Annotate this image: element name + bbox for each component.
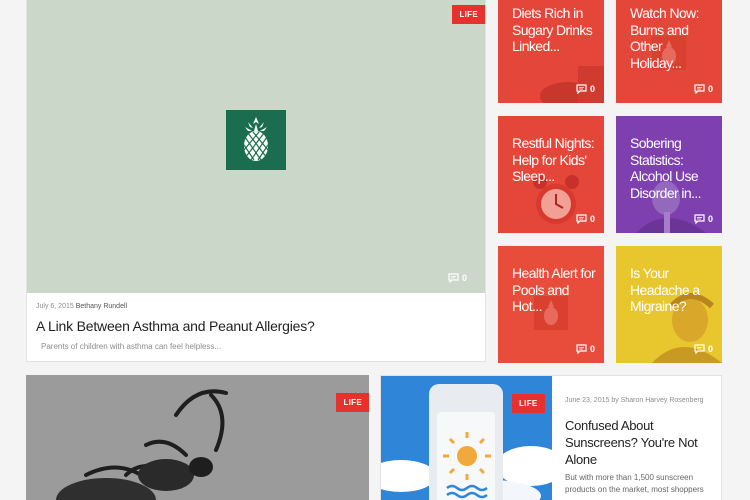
comment-count[interactable]: 0 <box>694 84 713 94</box>
article-grid: LIFE 0 July 6, 2015 Bethany Rundell A Li… <box>0 0 750 500</box>
spider-image <box>26 375 369 500</box>
sunscreen-article-card[interactable]: LIFE June 23, 2015 by Sharon Harvey Rose… <box>380 375 722 500</box>
article-headline[interactable]: A Link Between Asthma and Peanut Allergi… <box>36 318 315 334</box>
tile-title: Restful Nights: Help for Kids' Sleep... <box>512 135 595 184</box>
tile-restful-nights[interactable]: Restful Nights: Help for Kids' Sleep... … <box>498 116 604 233</box>
article-meta: June 23, 2015 by Sharon Harvey Rosenberg <box>565 397 704 404</box>
tile-sobering-statistics[interactable]: Sobering Statistics: Alcohol Use Disorde… <box>616 116 722 233</box>
pineapple-logo <box>226 110 286 170</box>
comment-count-value: 0 <box>707 344 713 354</box>
article-author[interactable]: Bethany Rundell <box>76 303 127 310</box>
article-date: July 6, 2015 <box>36 303 74 310</box>
comment-count[interactable]: 0 <box>448 273 467 283</box>
sunscreen-image[interactable]: LIFE <box>381 376 552 500</box>
article-summary: But with more than 1,500 sunscreen produ… <box>565 473 704 494</box>
speech-bubble-icon <box>694 84 705 94</box>
comment-count-value: 0 <box>589 344 595 354</box>
tile-title: Sobering Statistics: Alcohol Use Disorde… <box>630 135 702 201</box>
speech-bubble-icon <box>694 344 705 354</box>
comment-count[interactable]: 0 <box>576 344 595 354</box>
article-headline[interactable]: Confused About Sunscreens? You're Not Al… <box>565 417 715 468</box>
comment-count-value: 0 <box>707 84 713 94</box>
comment-count[interactable]: 0 <box>694 344 713 354</box>
tile-title: Diets Rich in Sugary Drinks Linked... <box>512 5 593 54</box>
speech-bubble-icon <box>576 84 587 94</box>
comment-count[interactable]: 0 <box>576 214 595 224</box>
category-tag[interactable]: LIFE <box>452 5 485 24</box>
tile-sugary-drinks[interactable]: Diets Rich in Sugary Drinks Linked... 0 <box>498 0 604 103</box>
article-date: June 23, 2015 <box>565 397 610 404</box>
comment-count-value: 0 <box>589 84 595 94</box>
tile-title: Health Alert for Pools and Hot... <box>512 265 596 314</box>
comment-count[interactable]: 0 <box>576 84 595 94</box>
speech-bubble-icon <box>576 344 587 354</box>
article-author[interactable]: Sharon Harvey Rosenberg <box>621 397 704 404</box>
featured-article-card[interactable]: LIFE 0 July 6, 2015 Bethany Rundell A Li… <box>26 0 486 362</box>
speech-bubble-icon <box>576 214 587 224</box>
tile-title: Watch Now: Burns and Other Holiday... <box>630 5 700 71</box>
tile-health-alert-pools[interactable]: Health Alert for Pools and Hot... 0 <box>498 246 604 363</box>
category-tag[interactable]: LIFE <box>336 393 369 412</box>
article-by: by <box>611 397 619 404</box>
featured-image[interactable]: LIFE 0 <box>27 0 485 293</box>
category-tag[interactable]: LIFE <box>512 394 545 413</box>
comment-count-value: 0 <box>707 214 713 224</box>
comment-count[interactable]: 0 <box>694 214 713 224</box>
tile-title: Is Your Headache a Migraine? <box>630 265 700 314</box>
spider-article-card[interactable]: LIFE <box>26 375 369 500</box>
article-meta: July 6, 2015 Bethany Rundell <box>36 303 127 310</box>
article-summary: Parents of children with asthma can feel… <box>41 342 222 351</box>
speech-bubble-icon <box>694 214 705 224</box>
comment-count-value: 0 <box>461 273 467 283</box>
speech-bubble-icon <box>448 273 459 283</box>
tile-burns-holiday[interactable]: Watch Now: Burns and Other Holiday... 0 <box>616 0 722 103</box>
tile-headache-migraine[interactable]: Is Your Headache a Migraine? 0 <box>616 246 722 363</box>
comment-count-value: 0 <box>589 214 595 224</box>
tile-image <box>540 66 604 103</box>
